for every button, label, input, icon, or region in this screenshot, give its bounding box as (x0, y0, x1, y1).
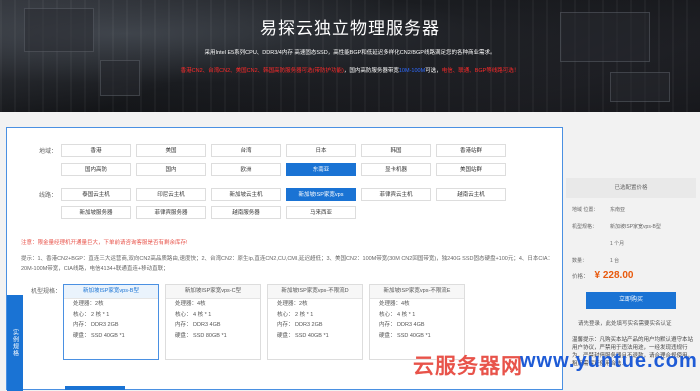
scroll-indicator (65, 386, 125, 390)
config-row-spec: 机型规格： 新加坡ISP家宽vps-B型 (572, 219, 690, 236)
watermark-cn: 云服务器网 (413, 355, 523, 378)
config-row-region: 地域 位置： 东南亚 (572, 202, 690, 219)
config-key: 机型规格： (572, 224, 598, 230)
tips-text: 1、香港CN2+BGP：直连三大运营商,双向CN2高品质路由,速度快；2、台湾C… (21, 256, 554, 272)
line-option[interactable]: 菲律宾服务器 (136, 206, 206, 219)
line-option[interactable]: 越南云主机 (436, 188, 506, 201)
spec-ram: 内存： DDR3 4GB (379, 322, 425, 328)
region-option[interactable]: 国内 (136, 163, 206, 176)
banner-protect-text: (带防护功能) (312, 68, 344, 74)
region-option[interactable]: 美国 (136, 144, 206, 157)
buy-now-button[interactable]: 立即购买 (586, 292, 676, 309)
line-option[interactable]: 新加坡云主机 (211, 188, 281, 201)
spec-card-title: 新加坡ISP家宽vps-B型 (64, 285, 158, 299)
banner-cn2-text: 香港CN2、台湾CN2、美国CN2、韩国高防服务器可选 (180, 68, 313, 74)
spec-cores: 核心： 4 核 * 1 (175, 311, 212, 318)
notice: 注意：限金量经理机开通量巨大，下单前请咨询客服是否有剩余库存! (21, 238, 188, 246)
spec-cores: 核心： 2 核 * 1 (277, 311, 314, 318)
region-label: 地域： (39, 149, 58, 155)
spec-cores: 核心： 4 核 * 1 (379, 311, 416, 318)
region-option[interactable]: 显卡机器 (361, 163, 431, 176)
spec-ram: 内存： DDR3 2GB (73, 322, 119, 328)
config-value: 1 台 (610, 258, 620, 264)
line-label: 线路： (39, 193, 58, 199)
spec-cpu: 处理器：2核 (277, 301, 308, 307)
config-header: 已选配置价格 (566, 178, 696, 198)
spec-card-title: 新加坡ISP家宽vps-不限流D (268, 285, 362, 299)
line-option[interactable]: 马来西亚 (286, 206, 356, 219)
login-tip[interactable]: 请先登录，此处填写实名需要实名认证 (578, 319, 672, 327)
tips: 提示：1、香港CN2+BGP：直连三大运营商,双向CN2高品质路由,速度快；2、… (21, 254, 556, 274)
spec-label: 机型规格： (31, 289, 62, 295)
spec-disk: 硬盘： SSD 40GB *1 (379, 332, 431, 339)
spec-cpu: 处理器：2核 (73, 301, 104, 307)
spec-ram: 内存： DDR3 2GB (277, 322, 323, 328)
region-option[interactable]: 东南亚 (286, 163, 356, 176)
line-option[interactable]: 泰国云主机 (61, 188, 131, 201)
spec-card[interactable]: 新加坡ISP家宽vps-不限流E 处理器：4核 核心： 4 核 * 1 内存： DDR… (369, 284, 465, 360)
spec-ram: 内存： DDR3 4GB (175, 322, 221, 328)
region-option[interactable]: 韩国 (361, 144, 431, 157)
price: 价格： ¥ 228.00 (572, 270, 633, 281)
config-key (572, 236, 610, 253)
decor-chip (610, 72, 670, 102)
banner-bandwidth-value: 10M-100M (398, 68, 426, 74)
banner-title: 易探云独立物理服务器 (260, 19, 440, 38)
price-label: 价格： (572, 274, 589, 280)
notice-text: 限金量经理机开通量巨大，下单前请咨询客服是否有剩余库存! (37, 240, 188, 246)
spec-cpu: 处理器：4核 (379, 301, 410, 307)
spec-card[interactable]: 新加坡ISP家宽vps-不限流D 处理器：2核 核心： 2 核 * 1 内存： DDR… (267, 284, 363, 360)
tips-label: 提示： (21, 256, 38, 262)
banner-feature-line: 香港CN2、台湾CN2、美国CN2、韩国高防服务器可选(带防护功能)，国内高防服… (0, 66, 700, 74)
spec-cpu: 处理器：4核 (175, 301, 206, 307)
config-key: 地域 位置： (572, 207, 599, 213)
banner-bandwidth-text: ，国内高防服务器带宽 (343, 68, 399, 74)
region-option[interactable]: 欧洲 (211, 163, 281, 176)
watermark-url: www.yuntue.com (520, 350, 698, 372)
spec-card[interactable]: 新加坡ISP家宽vps-B型处理器：2核 核心： 2 核 * 1 内存： DDR3 … (63, 284, 159, 360)
banner-optional-text: 可选， (425, 68, 442, 74)
config-value: 东南亚 (610, 207, 626, 213)
config-key: 数量： (572, 258, 588, 264)
duration-value[interactable]: 1 个月 (610, 236, 690, 253)
config-row-duration[interactable]: 1 个月 (572, 236, 690, 253)
instance-spec-tab[interactable]: 实例规格 (7, 295, 23, 391)
region-option[interactable]: 美国站群 (436, 163, 506, 176)
region-option[interactable]: 台湾 (211, 144, 281, 157)
banner-subtitle: 采用Intel E5系列CPU、DDR3/4内存 高速固态SSD，高性能BGP和… (204, 50, 496, 56)
spec-disk: 硬盘： SSD 80GB *1 (175, 332, 227, 339)
notice-label: 注意： (21, 240, 38, 246)
region-option[interactable]: 日本 (286, 144, 356, 157)
line-option[interactable]: 印尼云主机 (136, 188, 206, 201)
config-value: 新加坡ISP家宽vps-B型 (610, 224, 661, 230)
spec-card[interactable]: 新加坡ISP家宽vps-C型处理器：4核 核心： 4 核 * 1 内存： DDR3 … (165, 284, 261, 360)
line-option[interactable]: 越南服务器 (211, 206, 281, 219)
config-row-qty: 数量： 1 台 (572, 253, 690, 270)
line-option[interactable]: 新加坡ISP家宽vps (286, 188, 356, 201)
line-option[interactable]: 新加坡服务器 (61, 206, 131, 219)
price-value: ¥ 228.00 (594, 270, 634, 281)
spec-card-title: 新加坡ISP家宽vps-C型 (166, 285, 260, 299)
hero-banner: 易探云独立物理服务器 采用Intel E5系列CPU、DDR3/4内存 高速固态… (0, 0, 700, 112)
line-option[interactable]: 菲律宾云主机 (361, 188, 431, 201)
region-option[interactable]: 香港 (61, 144, 131, 157)
config-body: 地域 位置： 东南亚 机型规格： 新加坡ISP家宽vps-B型 1 个月 数量： 1 … (566, 198, 696, 298)
spec-cores: 核心： 2 核 * 1 (73, 311, 110, 318)
region-option[interactable]: 国内高防 (61, 163, 131, 176)
banner-lines-text: 电信、联通、BGP等线路可选！ (441, 68, 520, 74)
spec-disk: 硬盘： SSD 40GB *1 (277, 332, 329, 339)
spec-disk: 硬盘： SSD 40GB *1 (73, 332, 125, 339)
region-option[interactable]: 香港站群 (436, 144, 506, 157)
spec-card-title: 新加坡ISP家宽vps-不限流E (370, 285, 464, 299)
